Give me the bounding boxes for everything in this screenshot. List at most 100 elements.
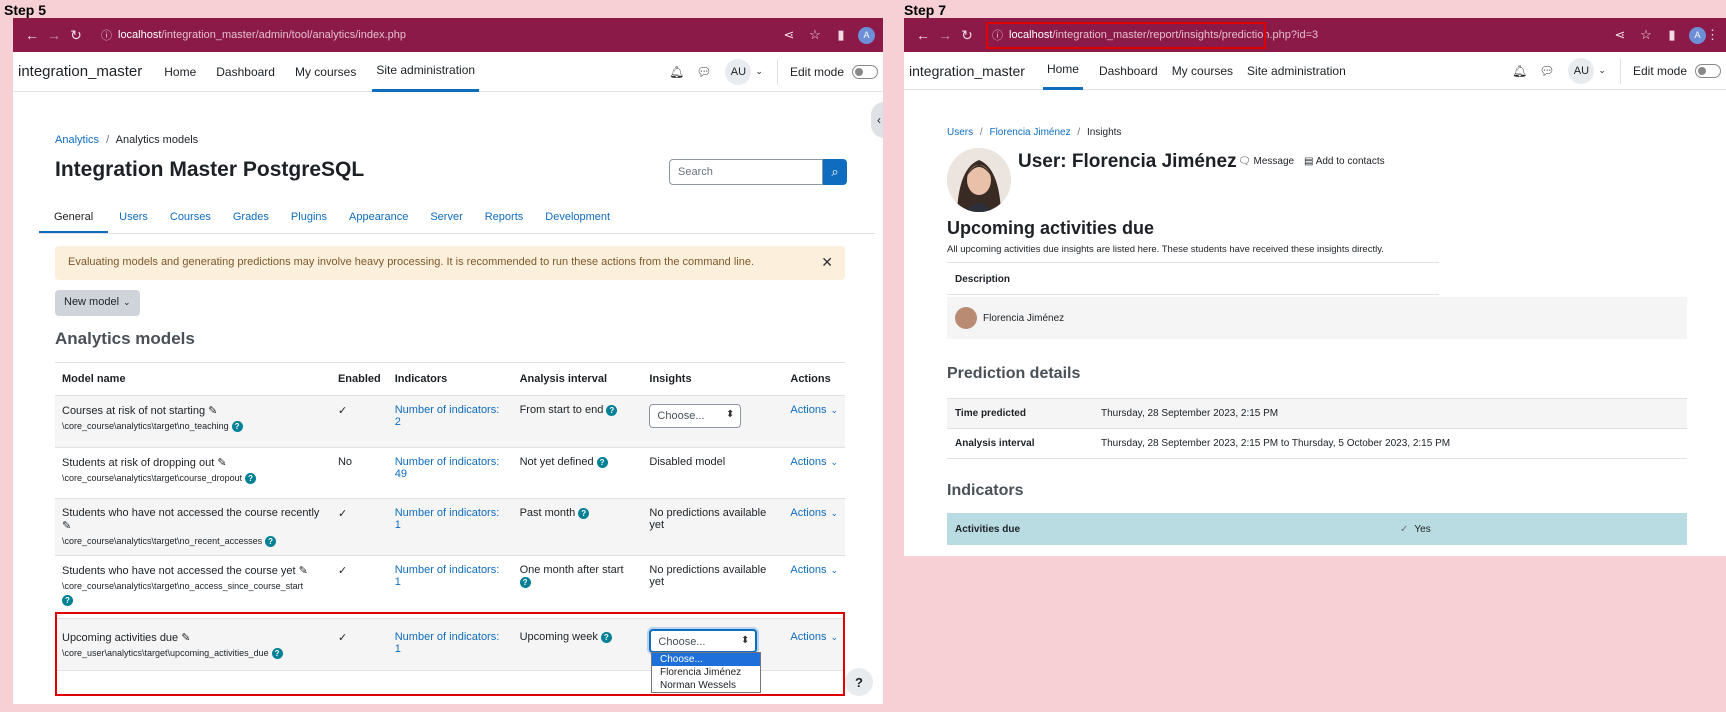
actions-menu[interactable]: Actions — [790, 404, 826, 416]
student-name[interactable]: Florencia Jiménez — [983, 313, 1064, 324]
help-icon[interactable]: ? — [245, 473, 257, 485]
drawer-toggle[interactable]: ‹ — [871, 102, 883, 138]
share-icon[interactable]: ⋖ — [776, 27, 802, 43]
section-title: Analytics models — [55, 329, 195, 348]
message-icon: 🗨︎ — [1238, 156, 1251, 167]
breadcrumb: Users / Florencia Jiménez / Insights — [947, 127, 1122, 138]
help-icon[interactable]: ? — [519, 576, 531, 588]
actions-menu[interactable]: Actions — [790, 456, 826, 468]
indicators-link[interactable]: Number of indicators: 1 — [395, 507, 500, 531]
reload-icon[interactable]: ↻ — [956, 27, 978, 44]
chat-icon[interactable]: 💬︎ — [1539, 64, 1554, 78]
pencil-icon[interactable]: ✎ — [217, 457, 226, 469]
help-icon[interactable]: ? — [606, 404, 618, 416]
breadcrumb-user[interactable]: Florencia Jiménez — [989, 127, 1070, 138]
bell-icon[interactable]: 🔔︎ — [1512, 64, 1527, 78]
interval-value: From start to end — [519, 404, 604, 416]
message-button[interactable]: 🗨︎ Message — [1238, 156, 1294, 167]
message-label: Message — [1253, 156, 1295, 167]
actions-menu[interactable]: Actions — [790, 507, 826, 519]
step5-label: Step 5 — [4, 2, 47, 18]
pencil-icon[interactable]: ✎ — [62, 520, 71, 532]
bookmark-star-icon[interactable]: ☆ — [1633, 27, 1659, 43]
help-icon[interactable]: ? — [62, 594, 73, 606]
table-row: Students who have not accessed the cours… — [55, 555, 845, 620]
address-bar[interactable]: ⓘ localhost/integration_master/admin/too… — [95, 22, 768, 48]
indicators-link[interactable]: Number of indicators: 2 — [395, 404, 500, 428]
site-name[interactable]: integration_master — [909, 63, 1025, 79]
more-icon[interactable]: ⋮ — [1706, 27, 1719, 43]
chevron-down-icon[interactable]: ⌄ — [1598, 65, 1606, 76]
share-icon[interactable]: ⋖ — [1607, 27, 1633, 43]
tab-grades[interactable]: Grades — [222, 206, 280, 233]
chat-icon[interactable]: 💬︎ — [696, 65, 711, 79]
tab-appearance[interactable]: Appearance — [338, 206, 419, 233]
breadcrumb: Analytics / Analytics models — [55, 134, 199, 146]
interval-value: Past month — [519, 507, 576, 519]
nav-site-administration[interactable]: Site administration — [1243, 52, 1350, 90]
help-icon[interactable]: ? — [265, 536, 277, 548]
step7-panel: ← → ↻ ⓘ localhost/integration_master/rep… — [904, 18, 1726, 556]
nav-my-courses[interactable]: My courses — [1168, 52, 1237, 90]
back-icon[interactable]: ← — [912, 27, 934, 43]
help-icon[interactable]: ? — [231, 421, 243, 433]
add-contacts-button[interactable]: ▤ Add to contacts — [1304, 156, 1385, 167]
user-photo — [947, 148, 1011, 212]
back-icon[interactable]: ← — [21, 27, 43, 43]
profile-avatar[interactable]: A — [1689, 26, 1706, 44]
forward-icon[interactable]: → — [43, 27, 65, 43]
edit-mode-label: Edit mode — [1632, 63, 1687, 78]
search-icon[interactable]: ⌕ — [823, 159, 847, 185]
pencil-icon[interactable]: ✎ — [299, 565, 308, 577]
nav-dashboard[interactable]: Dashboard — [1095, 52, 1162, 90]
nav-home[interactable]: Home — [160, 52, 200, 92]
tab-plugins[interactable]: Plugins — [280, 206, 338, 233]
side-panel-icon[interactable]: ▮ — [1659, 27, 1685, 43]
help-button[interactable]: ? — [845, 668, 873, 696]
model-name: Courses at risk of not starting — [62, 405, 206, 417]
insights-select[interactable]: Choose... — [649, 404, 742, 428]
new-model-button[interactable]: New model ⌄ — [55, 290, 140, 316]
tab-users[interactable]: Users — [108, 206, 159, 233]
breadcrumb-users[interactable]: Users — [947, 127, 973, 138]
student-row: Florencia Jiménez — [947, 297, 1687, 339]
table-row: Students at risk of dropping out ✎ \core… — [55, 447, 845, 499]
moodle-navbar: integration_master Home Dashboard My cou… — [904, 52, 1726, 90]
user-avatar[interactable]: AU — [1568, 57, 1595, 84]
indicators-link[interactable]: Number of indicators: 49 — [395, 456, 500, 480]
help-icon[interactable]: ? — [578, 507, 590, 519]
edit-mode-toggle[interactable] — [1695, 63, 1721, 78]
reload-icon[interactable]: ↻ — [65, 27, 87, 44]
tab-server[interactable]: Server — [419, 206, 473, 233]
enabled-value: ✓ — [330, 498, 388, 557]
help-icon[interactable]: ? — [596, 456, 608, 468]
edit-mode-toggle[interactable] — [852, 64, 878, 79]
url-host: localhost — [118, 29, 162, 41]
user-avatar[interactable]: AU — [725, 58, 752, 85]
insights-value: No predictions available yet — [642, 498, 784, 557]
detail-label: Time predicted — [955, 408, 1026, 419]
highlight-box — [55, 612, 845, 696]
nav-dashboard[interactable]: Dashboard — [212, 52, 279, 92]
nav-my-courses[interactable]: My courses — [291, 52, 360, 92]
bell-icon[interactable]: 🔔︎ — [669, 65, 684, 79]
site-name[interactable]: integration_master — [18, 63, 142, 80]
nav-site-administration[interactable]: Site administration — [372, 52, 480, 92]
tab-reports[interactable]: Reports — [474, 206, 535, 233]
chevron-down-icon[interactable]: ⌄ — [755, 66, 763, 77]
detail-label: Analysis interval — [955, 438, 1035, 449]
forward-icon[interactable]: → — [934, 27, 956, 43]
actions-menu[interactable]: Actions — [790, 564, 826, 576]
side-panel-icon[interactable]: ▮ — [828, 27, 854, 43]
tab-courses[interactable]: Courses — [159, 206, 222, 233]
breadcrumb-analytics[interactable]: Analytics — [55, 134, 99, 146]
nav-home[interactable]: Home — [1042, 52, 1083, 90]
indicators-link[interactable]: Number of indicators: 1 — [395, 564, 500, 588]
tab-development[interactable]: Development — [534, 206, 621, 233]
close-icon[interactable]: ✕ — [821, 254, 833, 271]
bookmark-star-icon[interactable]: ☆ — [802, 27, 828, 43]
search-input[interactable]: Search — [669, 159, 823, 185]
profile-avatar[interactable]: A — [858, 26, 875, 44]
tab-general[interactable]: General — [39, 206, 109, 233]
pencil-icon[interactable]: ✎ — [208, 405, 217, 417]
